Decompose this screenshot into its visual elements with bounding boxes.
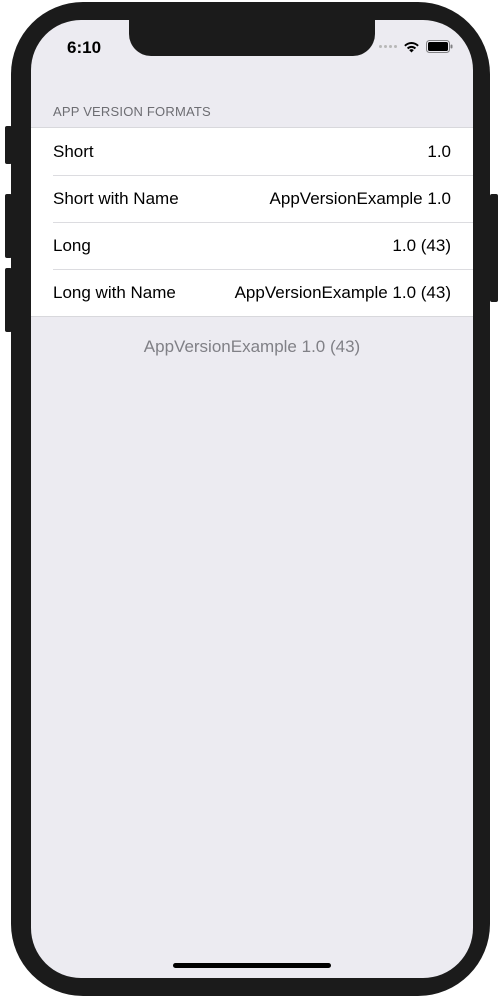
screen: 6:10 APP VERSION FORMATS Short 1.0 Short…	[31, 20, 473, 978]
row-label: Long with Name	[53, 282, 176, 302]
signal-icon	[379, 45, 397, 48]
table-row[interactable]: Short 1.0	[31, 128, 473, 175]
row-value: 1.0	[427, 141, 451, 161]
table-row[interactable]: Long with Name AppVersionExample 1.0 (43…	[31, 269, 473, 316]
section-footer: AppVersionExample 1.0 (43)	[143, 337, 361, 356]
table-row[interactable]: Short with Name AppVersionExample 1.0	[31, 175, 473, 222]
version-formats-table: Short 1.0 Short with Name AppVersionExam…	[31, 127, 473, 317]
row-label: Short	[53, 141, 94, 161]
notch	[129, 20, 375, 56]
row-label: Long	[53, 235, 91, 255]
home-indicator[interactable]	[173, 963, 331, 968]
status-time: 6:10	[67, 38, 102, 57]
row-value: AppVersionExample 1.0 (43)	[234, 282, 451, 302]
status-icons	[379, 40, 453, 53]
row-value: AppVersionExample 1.0	[269, 188, 451, 208]
wifi-icon	[404, 41, 419, 52]
section-header: APP VERSION FORMATS	[53, 104, 211, 119]
row-label: Short with Name	[53, 188, 179, 208]
side-button	[490, 194, 498, 302]
row-value: 1.0 (43)	[392, 235, 451, 255]
battery-icon	[426, 40, 453, 53]
table-row[interactable]: Long 1.0 (43)	[31, 222, 473, 269]
